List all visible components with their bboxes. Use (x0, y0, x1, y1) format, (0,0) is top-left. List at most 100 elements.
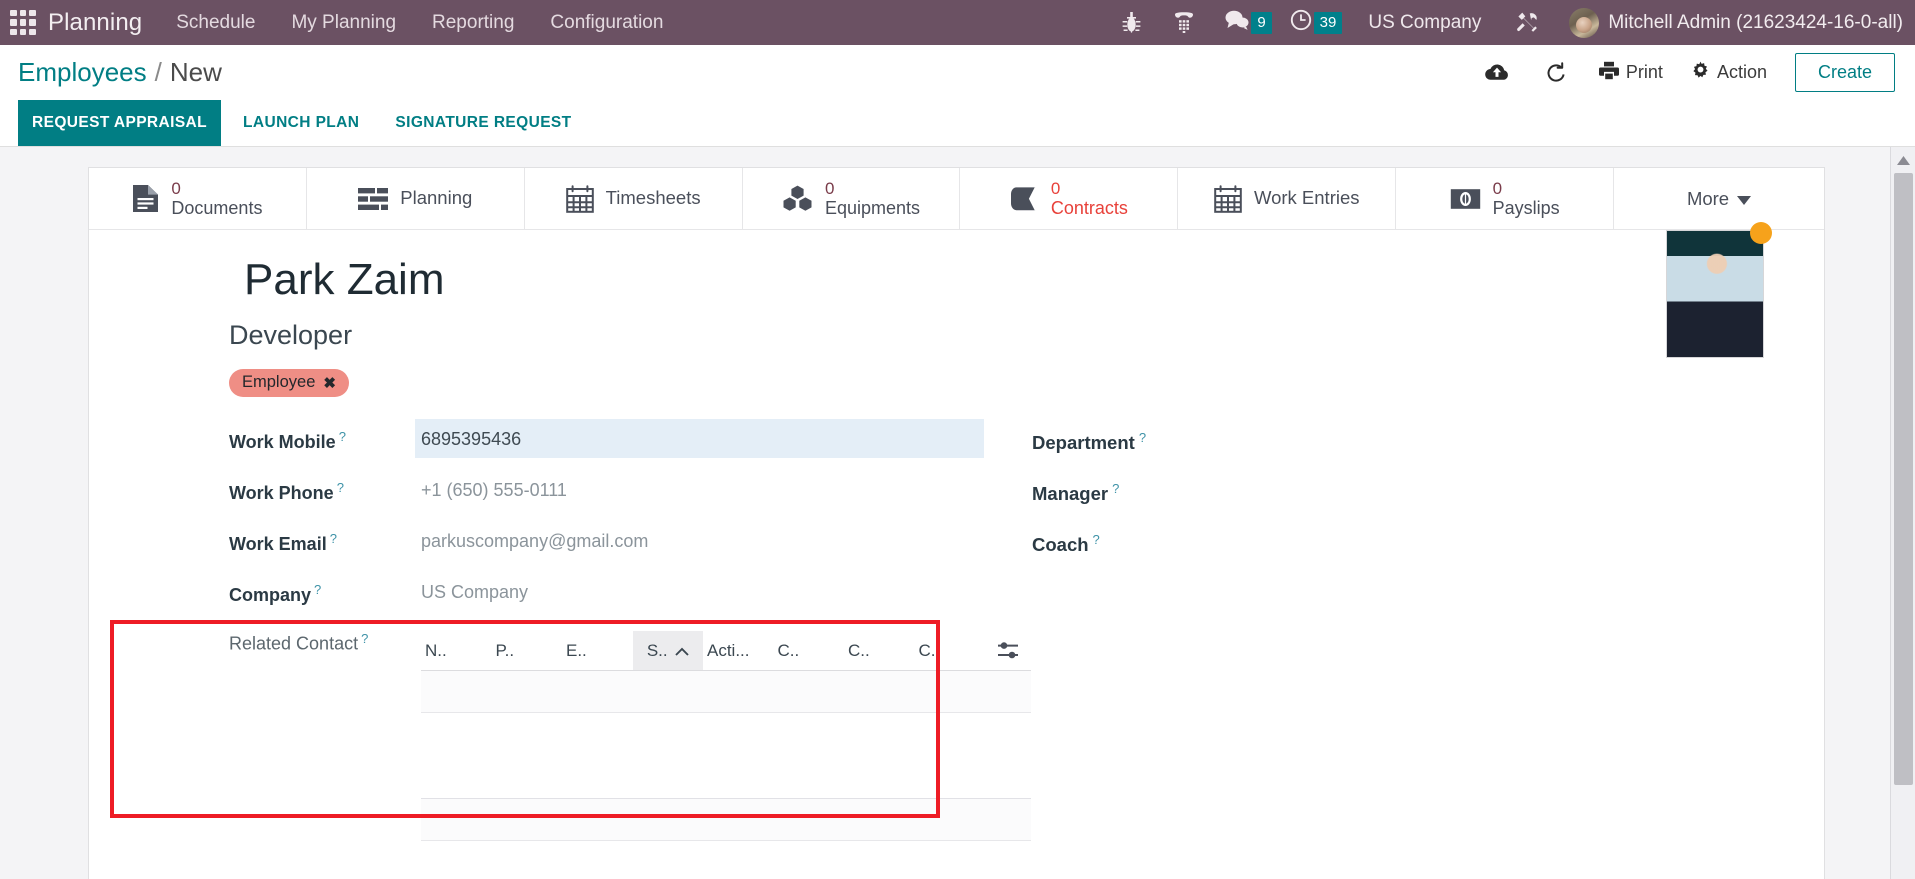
column-header-c1[interactable]: C.. (774, 631, 845, 670)
tag-label: Employee (242, 373, 316, 392)
nav-configuration[interactable]: Configuration (550, 12, 663, 34)
stat-button-payslips[interactable]: 0 Payslips (1396, 168, 1615, 229)
stat-button-documents[interactable]: 0 Documents (89, 168, 307, 229)
column-header-c3[interactable]: C.. (915, 631, 986, 670)
book-icon (1010, 186, 1039, 212)
company-switcher[interactable]: US Company (1368, 12, 1481, 34)
record-body: Park Zaim Developer Employee ✖ Work Mobi… (89, 222, 1824, 842)
column-header-activities[interactable]: Acti... (703, 631, 774, 670)
stat-count-documents: 0 (171, 178, 181, 198)
breadcrumb: Employees / New (18, 57, 222, 88)
column-header-salesperson-sorted[interactable]: S.. (632, 631, 703, 671)
column-header-phone[interactable]: P.. (492, 631, 563, 670)
job-title[interactable]: Developer (89, 304, 1824, 351)
column-options-icon[interactable] (985, 631, 1031, 670)
activities-count: 39 (1313, 11, 1343, 34)
action-label: Action (1716, 62, 1767, 82)
table-row[interactable] (421, 671, 1031, 714)
employee-photo-image (1667, 231, 1763, 357)
top-navbar: Planning Schedule My Planning Reporting … (0, 0, 1915, 45)
undo-icon[interactable] (1527, 61, 1585, 84)
work-mobile-field[interactable]: 6895395436 (415, 419, 984, 459)
request-appraisal-button[interactable]: REQUEST APPRAISAL (18, 100, 222, 146)
more-stat-buttons-dropdown[interactable]: More (1614, 168, 1824, 229)
company-field[interactable]: US Company (415, 572, 984, 611)
apps-grid-icon[interactable] (10, 9, 36, 36)
manager-label: Manager? (1032, 481, 1120, 505)
table-row[interactable] (421, 799, 1031, 842)
control-panel-actions: Print Action Create (1467, 53, 1895, 92)
gear-icon (1691, 61, 1710, 85)
vertical-scrollbar[interactable] (1890, 147, 1915, 879)
field-row-manager: Manager? (1032, 471, 1824, 522)
work-phone-field[interactable]: +1 (650) 555-0111 (415, 470, 984, 509)
user-menu[interactable]: Mitchell Admin (21623424-16-0-all) (1569, 7, 1903, 38)
help-icon[interactable]: ? (330, 531, 337, 546)
clock-icon (1290, 9, 1312, 37)
column-header-email[interactable]: E.. (562, 631, 633, 670)
table-row[interactable] (421, 755, 1031, 800)
activities-counter[interactable]: 39 (1290, 9, 1343, 37)
action-button[interactable]: Action (1677, 61, 1781, 85)
printer-icon (1598, 61, 1619, 85)
app-brand-planning[interactable]: Planning (48, 9, 142, 37)
messages-count: 9 (1251, 11, 1272, 34)
work-mobile-label: Work Mobile? (229, 429, 346, 453)
nav-reporting[interactable]: Reporting (432, 12, 514, 34)
employee-photo[interactable] (1666, 230, 1764, 358)
help-icon[interactable]: ? (337, 480, 344, 495)
stat-text-documents: 0 Documents (171, 179, 262, 218)
work-email-field[interactable]: parkuscompany@gmail.com (415, 521, 984, 560)
workflow-button-bar: REQUEST APPRAISAL LAUNCH PLAN SIGNATURE … (0, 100, 1915, 147)
help-icon[interactable]: ? (314, 582, 321, 597)
column-header-name[interactable]: N.. (421, 631, 492, 670)
help-icon[interactable]: ? (339, 429, 346, 444)
cloud-upload-icon[interactable] (1467, 63, 1527, 82)
stat-button-planning[interactable]: Planning (307, 168, 525, 229)
form-column-left: Work Mobile? 6895395436 Work Phone? +1 (… (89, 419, 984, 623)
tools-icon[interactable] (1515, 11, 1539, 35)
print-button[interactable]: Print (1585, 61, 1677, 85)
help-icon[interactable]: ? (1112, 481, 1119, 496)
help-icon[interactable]: ? (361, 631, 368, 646)
page-title[interactable]: Park Zaim (89, 255, 1824, 304)
nav-schedule[interactable]: Schedule (176, 12, 255, 34)
caret-up-icon (674, 641, 689, 661)
stat-text-planning: Planning (400, 187, 472, 209)
coach-field[interactable] (1100, 522, 1824, 540)
table-row[interactable] (421, 713, 1031, 756)
stat-label-timesheets: Timesheets (605, 187, 701, 209)
form-column-right: Department? Manager? Coach? (984, 419, 1824, 623)
stat-button-contracts[interactable]: 0 Contracts (960, 168, 1179, 229)
launch-plan-button[interactable]: LAUNCH PLAN (229, 100, 373, 146)
signature-request-button[interactable]: SIGNATURE REQUEST (381, 100, 585, 146)
column-header-c2[interactable]: C.. (844, 631, 915, 670)
dialpad-icon[interactable] (1173, 12, 1195, 33)
tag-list: Employee ✖ (89, 351, 1824, 398)
messages-counter[interactable]: 9 (1225, 9, 1272, 36)
scrollbar-thumb[interactable] (1894, 173, 1913, 785)
tag-employee[interactable]: Employee ✖ (229, 369, 349, 398)
stat-button-timesheets[interactable]: Timesheets (525, 168, 743, 229)
bug-icon[interactable] (1122, 12, 1141, 33)
stat-text-payslips: 0 Payslips (1493, 179, 1560, 218)
department-field[interactable] (1146, 420, 1824, 438)
help-icon[interactable]: ? (1139, 430, 1146, 445)
nav-my-planning[interactable]: My Planning (291, 12, 396, 34)
breadcrumb-employees[interactable]: Employees (18, 57, 147, 88)
close-icon[interactable]: ✖ (323, 374, 336, 392)
stat-count-contracts: 0 (1050, 178, 1061, 198)
create-button[interactable]: Create (1794, 53, 1895, 92)
manager-field[interactable] (1119, 471, 1824, 489)
user-name: Mitchell Admin (21623424-16-0-all) (1608, 11, 1903, 33)
stat-button-equipments[interactable]: 0 Equipments (743, 168, 961, 229)
help-icon[interactable]: ? (1093, 532, 1100, 547)
stat-button-work-entries[interactable]: Work Entries (1178, 168, 1397, 229)
form-field-grid: Work Mobile? 6895395436 Work Phone? +1 (… (89, 397, 1824, 623)
company-label: Company? (229, 582, 322, 606)
chat-bubble-icon (1225, 9, 1249, 36)
unsaved-indicator[interactable] (1750, 222, 1772, 244)
scroll-up-arrow[interactable] (1891, 147, 1915, 173)
chevron-down-icon (1737, 188, 1752, 210)
coach-label: Coach? (1032, 532, 1100, 556)
